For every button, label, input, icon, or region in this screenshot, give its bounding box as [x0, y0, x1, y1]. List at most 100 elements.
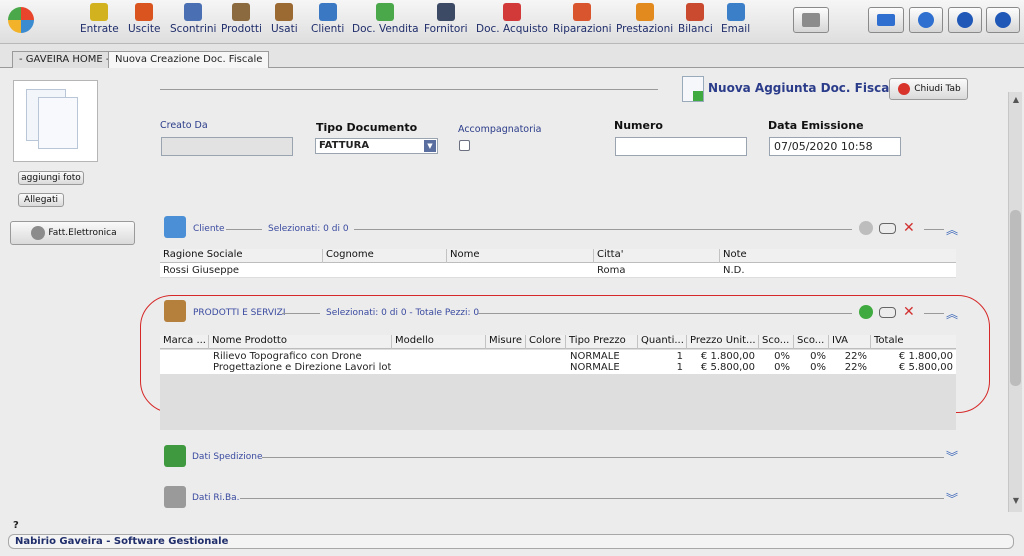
- col-tipo-prezzo[interactable]: Tipo Prezzo: [566, 335, 638, 349]
- doc-type-value: FATTURA: [319, 140, 370, 151]
- delete-product-icon[interactable]: ✕: [903, 305, 915, 319]
- products-section-title: PRODOTTI E SERVIZI: [193, 308, 286, 318]
- cell-cognome: [326, 265, 447, 276]
- toolbar-button-uscite[interactable]: Uscite: [128, 3, 160, 41]
- main-panel: aggiungi foto Allegati Fatt.Elettronica …: [0, 68, 1012, 518]
- scroll-up-icon[interactable]: ▲: [1011, 95, 1021, 105]
- chevron-down-icon[interactable]: ▼: [424, 140, 436, 152]
- col-note[interactable]: Note: [720, 249, 956, 263]
- add-client-icon[interactable]: [859, 221, 873, 235]
- e-invoice-button[interactable]: Fatt.Elettronica: [10, 221, 135, 245]
- toolbar-button-prodotti[interactable]: Prodotti: [221, 3, 262, 41]
- vertical-scrollbar[interactable]: ▲ ▼: [1008, 92, 1022, 512]
- keyboard-button[interactable]: [868, 7, 904, 33]
- col-nome-prodotto[interactable]: Nome Prodotto: [209, 335, 392, 349]
- scroll-thumb[interactable]: [1010, 210, 1021, 386]
- cell-sconto-1: 0%: [774, 362, 790, 373]
- attachments-button[interactable]: Allegati: [18, 193, 64, 207]
- toolbar-button-doc-vendita[interactable]: Doc. Vendita: [352, 3, 419, 41]
- col-marca[interactable]: Marca ...: [160, 335, 209, 349]
- products-rule-long: [478, 313, 852, 314]
- cell-prezzo-unitario: € 5.800,00: [700, 362, 755, 373]
- collapse-client-icon[interactable]: ︽: [946, 221, 958, 238]
- client-section-title: Cliente: [193, 224, 225, 234]
- document-icon-back: [38, 97, 78, 149]
- doc-type-select[interactable]: FATTURA ▼: [315, 138, 438, 154]
- print-button[interactable]: [793, 7, 829, 33]
- toolbar-label: Uscite: [128, 23, 161, 35]
- expand-shipping-icon[interactable]: ︾: [946, 448, 958, 465]
- close-tab-label: Chiudi Tab: [914, 84, 961, 94]
- printer-icon: [802, 13, 820, 27]
- settings-icon: [918, 12, 934, 28]
- col-citta[interactable]: Citta': [594, 249, 720, 263]
- accompanying-checkbox[interactable]: [459, 140, 470, 151]
- toolbar-button-doc-acquisto[interactable]: Doc. Acquisto: [476, 3, 548, 41]
- add-product-icon[interactable]: [859, 305, 873, 319]
- help-marker[interactable]: ?: [13, 520, 19, 531]
- minimize-icon: [957, 12, 973, 28]
- table-row[interactable]: Rilievo Topografico con Drone NORMALE 1 …: [160, 351, 956, 362]
- view-icon[interactable]: [879, 307, 896, 318]
- cell-citta: Roma: [597, 265, 626, 276]
- bank-icon: [164, 486, 186, 508]
- col-modello[interactable]: Modello: [392, 335, 486, 349]
- toolbar-button-prestazioni[interactable]: Prestazioni: [616, 3, 673, 41]
- toolbar-button-clienti[interactable]: Clienti: [311, 3, 344, 41]
- power-button[interactable]: [986, 7, 1020, 33]
- scroll-down-icon[interactable]: ▼: [1011, 496, 1021, 506]
- col-nome[interactable]: Nome: [447, 249, 594, 263]
- minimize-button[interactable]: [948, 7, 982, 33]
- table-row[interactable]: Rossi Giuseppe Roma N.D.: [160, 265, 956, 276]
- page-title: Nuova Aggiunta Doc. Fiscale: [708, 81, 902, 95]
- client-rule-long: [354, 229, 852, 230]
- settings-button[interactable]: [909, 7, 943, 33]
- toolbar-label: Prestazioni: [616, 23, 674, 35]
- col-colore[interactable]: Colore: [526, 335, 566, 349]
- toolbar-button-entrate[interactable]: Entrate: [80, 3, 119, 41]
- view-icon[interactable]: [879, 223, 896, 234]
- service-icon: [635, 3, 654, 21]
- add-photo-button[interactable]: aggiungi foto: [18, 171, 84, 185]
- col-misure[interactable]: Misure: [486, 335, 526, 349]
- col-quantita[interactable]: Quanti...: [638, 335, 687, 349]
- products-icon: [164, 300, 186, 322]
- toolbar-label: Entrate: [80, 23, 119, 35]
- toolbar-label: Doc. Acquisto: [476, 23, 548, 35]
- riba-section-title[interactable]: Dati Ri.Ba.: [192, 493, 240, 503]
- close-icon: [898, 83, 910, 95]
- toolbar-button-scontrini[interactable]: Scontrini: [170, 3, 216, 41]
- main-toolbar: Entrate Uscite Scontrini Prodotti Usati Clien…: [0, 0, 1024, 44]
- table-row[interactable]: Progettazione e Direzione Lavori lot... …: [160, 362, 956, 373]
- toolbar-label: Clienti: [311, 23, 345, 35]
- toolbar-button-usati[interactable]: Usati: [271, 3, 298, 41]
- close-tab-button[interactable]: Chiudi Tab: [889, 78, 968, 100]
- purchase-doc-icon: [502, 3, 521, 21]
- products-table: Marca ... Nome Prodotto Modello Misure C…: [160, 335, 956, 430]
- shipping-rule: [262, 457, 944, 458]
- cell-nome-prodotto: Rilievo Topografico con Drone: [213, 351, 362, 362]
- tab-new-fiscal-doc[interactable]: Nuova Creazione Doc. Fiscale: [108, 51, 270, 68]
- date-field[interactable]: 07/05/2020 10:58: [769, 137, 901, 156]
- client-table-header: Ragione Sociale Cognome Nome Citta' Note: [160, 249, 956, 263]
- expand-riba-icon[interactable]: ︾: [946, 490, 958, 507]
- client-selected-count: Selezionati: 0 di 0: [268, 224, 349, 234]
- tab-home[interactable]: - GAVEIRA HOME -: [12, 51, 117, 68]
- col-cognome[interactable]: Cognome: [323, 249, 447, 263]
- toolbar-button-riparazioni[interactable]: Riparazioni: [553, 3, 612, 41]
- toolbar-button-email[interactable]: Email: [721, 3, 750, 41]
- cell-sconto-2: 0%: [810, 362, 826, 373]
- col-ragione-sociale[interactable]: Ragione Sociale: [160, 249, 323, 263]
- toolbar-button-bilanci[interactable]: Bilanci: [678, 3, 713, 41]
- number-field[interactable]: [615, 137, 747, 156]
- shipping-section-title[interactable]: Dati Spedizione: [192, 452, 262, 462]
- toolbar-button-fornitori[interactable]: Fornitori: [424, 3, 468, 41]
- date-label: Data Emissione: [768, 119, 864, 132]
- col-sconto-2[interactable]: Sco...: [794, 335, 829, 349]
- collapse-products-icon[interactable]: ︽: [946, 305, 958, 322]
- col-totale[interactable]: Totale: [871, 335, 956, 349]
- col-iva[interactable]: IVA: [829, 335, 871, 349]
- delete-client-icon[interactable]: ✕: [903, 221, 915, 235]
- col-prezzo-unitario[interactable]: Prezzo Unit...: [687, 335, 759, 349]
- col-sconto-1[interactable]: Sco...: [759, 335, 794, 349]
